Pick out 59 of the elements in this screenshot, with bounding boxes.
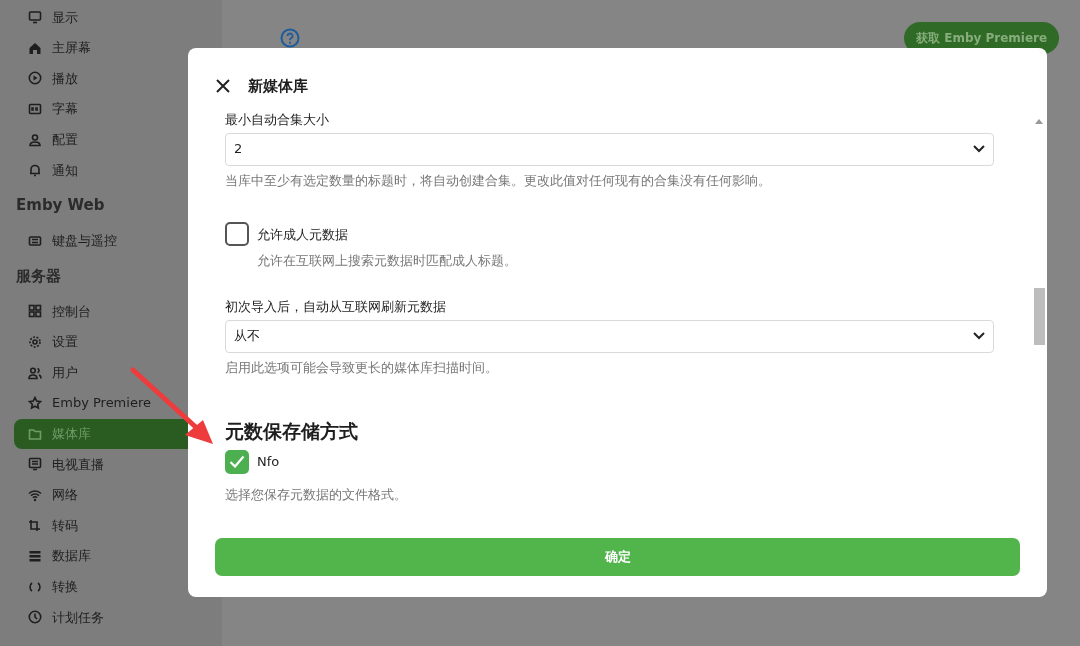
sidebar-item[interactable]: 转码 [14,510,208,541]
clock-icon [28,610,42,625]
scrollbar-thumb[interactable] [1034,288,1045,345]
checkbox[interactable] [225,449,249,474]
chevron-down-icon [973,332,985,340]
close-icon[interactable] [216,79,230,93]
sidebar-item[interactable]: 显示 [14,2,208,33]
scroll-up-icon[interactable] [1035,118,1043,124]
sidebar-item[interactable]: 播放 [14,63,208,94]
users-icon [28,365,42,380]
checkbox-label: Nfo [257,453,280,471]
keyboard-icon [28,233,42,248]
tv-icon [28,457,42,472]
field-label: 初次导入后，自动从互联网刷新元数据 [225,298,447,316]
section-heading: 元数保存储方式 [225,419,359,445]
sidebar-item[interactable]: 字幕 [14,93,208,125]
caption-icon [28,102,42,117]
help-text: 当库中至少有选定数量的标题时，将自动创建合集。更改此值对任何现有的合集没有任何影响。 [225,171,772,190]
sidebar-item[interactable]: 键盘与遥控 [14,225,208,257]
house-icon [28,40,42,55]
sidebar-item[interactable]: 计划任务 [14,602,208,633]
sidebar-item[interactable]: Emby Premiere [14,387,208,419]
sidebar-item[interactable]: 转换 [14,571,208,603]
transcode-icon [28,518,42,533]
folder-icon [28,426,42,441]
chevron-down-icon [973,145,985,153]
bell-icon [28,163,42,178]
check-icon [229,455,245,469]
field-label: 最小自动合集大小 [225,111,330,129]
sidebar-item[interactable]: 数据库 [14,540,208,572]
section-heading: 服务器 [16,265,61,287]
checkbox-label: 允许成人元数据 [257,225,348,244]
sidebar-item[interactable]: 配置 [14,124,208,155]
select-field[interactable]: 从不 [225,319,994,353]
monitor-icon [28,10,42,25]
play-icon [28,71,42,86]
database-icon [28,549,42,564]
select-field[interactable]: 2 [225,132,994,166]
help-text: 启用此选项可能会导致更长的媒体库扫描时间。 [225,358,499,377]
person-icon [28,132,42,147]
wifi-icon [28,488,42,502]
help-text: 选择您保存元数据的文件格式。 [225,485,408,504]
sidebar-item[interactable]: 网络 [14,479,208,511]
checkbox[interactable] [225,222,249,247]
sidebar-item[interactable]: 用户 [14,357,208,388]
section-heading: Emby Web [16,195,105,217]
dialog-title: 新媒体库 [248,75,308,97]
sync-icon [28,579,42,594]
help-text: 允许在互联网上搜索元数据时匹配成人标题。 [256,252,518,271]
sidebar-item[interactable]: 电视直播 [14,449,208,480]
sidebar-item[interactable]: 控制台 [14,296,208,327]
sidebar-item[interactable]: 主屏幕 [14,32,208,64]
help-icon[interactable] [280,28,300,48]
dashboard-icon [28,304,42,319]
sidebar-item[interactable]: 设置 [14,326,208,358]
star-icon [28,396,42,411]
gear-icon [28,335,42,350]
sidebar-item[interactable]: 通知 [14,154,208,186]
confirm-button[interactable]: 确定 [215,538,1020,576]
